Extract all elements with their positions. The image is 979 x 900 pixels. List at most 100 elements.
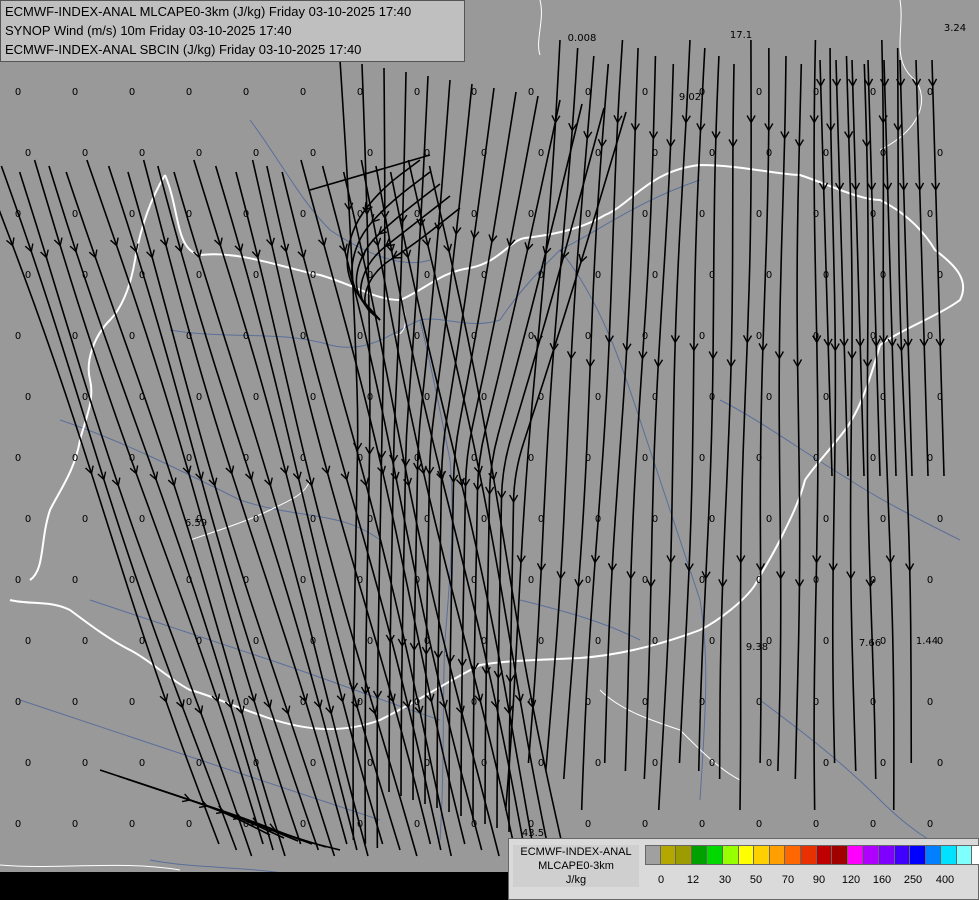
- legend-swatch: [676, 845, 692, 865]
- station-value: 0: [15, 575, 21, 586]
- station-value: 0: [538, 270, 544, 281]
- station-value: 0: [585, 87, 591, 98]
- station-value: 0: [538, 514, 544, 525]
- wind-streamline: [863, 63, 877, 780]
- station-value: 0: [642, 87, 648, 98]
- station-value: 0: [813, 331, 819, 342]
- legend-tick: 160: [872, 874, 892, 886]
- legend-tick-labels: 0 12 30 50 70 90 120 160 250 400: [645, 874, 979, 888]
- station-value: 0: [481, 514, 487, 525]
- station-value: 0: [880, 758, 886, 769]
- station-value: 0: [139, 636, 145, 647]
- legend-swatch: [878, 845, 895, 865]
- station-value: 0: [823, 270, 829, 281]
- station-value: 0: [652, 270, 658, 281]
- station-value: 0: [813, 697, 819, 708]
- station-value: 0: [756, 819, 762, 830]
- station-value: 0: [528, 331, 534, 342]
- station-value: 0: [243, 819, 249, 830]
- station-value: 0: [300, 575, 306, 586]
- station-value: 0: [300, 819, 306, 830]
- station-value: 0: [709, 758, 715, 769]
- station-value: 0: [25, 148, 31, 159]
- legend-swatch: [707, 845, 723, 865]
- station-value: 0: [642, 331, 648, 342]
- station-value: 0: [870, 87, 876, 98]
- station-value: 0: [82, 270, 88, 281]
- station-value: 0: [652, 514, 658, 525]
- station-value: 0: [367, 270, 373, 281]
- station-value: 0: [310, 270, 316, 281]
- legend-title: ECMWF-INDEX-ANAL MLCAPE0-3km J/kg: [513, 845, 639, 887]
- station-value: 0: [310, 514, 316, 525]
- wind-streamline: [624, 55, 657, 772]
- station-value: 0: [870, 331, 876, 342]
- wind-streamline: [375, 165, 526, 851]
- legend-unit: J/kg: [565, 874, 587, 886]
- station-value: 0: [186, 331, 192, 342]
- station-value: 0: [310, 148, 316, 159]
- station-value: 0: [709, 392, 715, 403]
- station-value: 0: [82, 514, 88, 525]
- station-value: 0: [424, 392, 430, 403]
- wind-streamline: [0, 209, 220, 845]
- station-value: 0: [699, 453, 705, 464]
- station-value: 0: [756, 453, 762, 464]
- title-line-wind: SYNOP Wind (m/s) 10m Friday 03-10-2025 1…: [5, 23, 292, 38]
- station-value: 0: [424, 758, 430, 769]
- station-value: 0: [357, 209, 363, 220]
- station-value: 0: [870, 209, 876, 220]
- station-value: 0: [756, 575, 762, 586]
- station-value: 0: [367, 514, 373, 525]
- station-value: 0: [471, 453, 477, 464]
- station-value: 0: [25, 636, 31, 647]
- station-value: 0: [196, 270, 202, 281]
- wind-streamline: [603, 47, 639, 764]
- station-value: 0: [766, 270, 772, 281]
- station-value: 0: [15, 331, 21, 342]
- legend-swatch: [816, 845, 833, 865]
- legend-tick: 50: [749, 874, 763, 886]
- station-value: 0: [813, 209, 819, 220]
- map-canvas[interactable]: 0 0 0 0 0 0 0 0 0 0 0 0 0 0 0 0 0 0 0 0 0 0 0 0 0 0 0 0 0 0 0 0 0 0 0 0 0 0 0 0…: [0, 0, 979, 900]
- wind-streamline: [0, 165, 238, 851]
- station-value: 0: [528, 87, 534, 98]
- station-value: 0: [357, 331, 363, 342]
- station-value: 0: [72, 209, 78, 220]
- station-value: 0: [414, 453, 420, 464]
- station-value: 0: [937, 758, 943, 769]
- station-value-special: 9.38: [746, 642, 768, 653]
- wind-streamline: [794, 63, 803, 780]
- station-value: 0: [756, 697, 762, 708]
- station-value: 0: [243, 453, 249, 464]
- legend-swatch: [769, 845, 786, 865]
- station-value: 0: [139, 514, 145, 525]
- station-value: 0: [481, 392, 487, 403]
- station-value: 0: [709, 270, 715, 281]
- station-value: 0: [481, 636, 487, 647]
- station-value: 0: [585, 331, 591, 342]
- station-value: 0: [585, 209, 591, 220]
- country-border: [538, 0, 542, 56]
- station-value: 0: [129, 453, 135, 464]
- legend-swatch: [847, 845, 864, 865]
- station-value: 0: [528, 209, 534, 220]
- station-value: 0: [595, 514, 601, 525]
- station-value: 0: [937, 514, 943, 525]
- station-value: 0: [25, 758, 31, 769]
- legend-swatch: [645, 845, 661, 865]
- wind-streamline: [899, 59, 913, 477]
- legend-title-line-2: MLCAPE0-3km: [538, 860, 614, 872]
- station-value: 0: [813, 453, 819, 464]
- legend-swatch: [660, 845, 677, 865]
- station-value: 0: [528, 575, 534, 586]
- map-view[interactable]: 0 0 0 0 0 0 0 0 0 0 0 0 0 0 0 0 0 0 0 0 0 0 0 0 0 0 0 0 0 0 0 0 0 0 0 0 0 0 0 0…: [0, 0, 979, 900]
- station-value: 0: [756, 209, 762, 220]
- station-value: 0: [414, 331, 420, 342]
- legend-swatch: [800, 845, 817, 865]
- wind-streamline: [915, 59, 929, 477]
- station-value: 0: [253, 758, 259, 769]
- station-value: 0: [243, 331, 249, 342]
- station-value: 0: [471, 87, 477, 98]
- station-value: 0: [25, 270, 31, 281]
